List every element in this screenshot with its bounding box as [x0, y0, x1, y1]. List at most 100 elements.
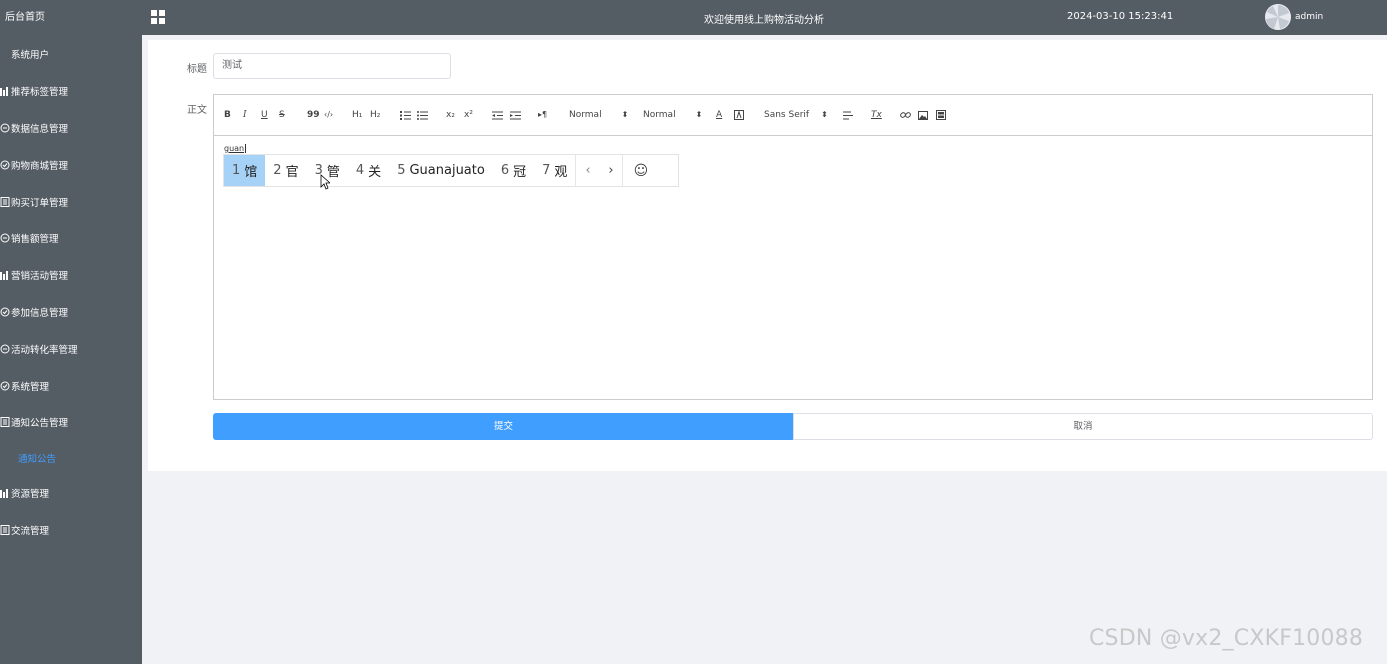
sidebar-item[interactable]: 推荐标签管理: [0, 73, 142, 110]
ime-candidate-number: 7: [542, 163, 551, 178]
subscript-button[interactable]: x₂: [446, 109, 455, 121]
select-arrows-icon: ⬍: [695, 110, 703, 119]
h2-button[interactable]: H₂: [370, 109, 380, 121]
link-icon[interactable]: [900, 109, 911, 121]
sidebar-home[interactable]: 后台首页: [0, 0, 142, 36]
sidebar-subitem-notice[interactable]: 通知公告: [0, 441, 142, 475]
header-select[interactable]: Normal ⬍: [643, 109, 702, 121]
italic-button[interactable]: I: [243, 109, 247, 121]
size-select-value: Normal: [569, 110, 602, 120]
ordered-list-icon[interactable]: [400, 109, 411, 121]
sidebar-item[interactable]: 购买订单管理: [0, 183, 142, 220]
document-icon: [0, 524, 10, 535]
ime-candidate[interactable]: 5 Guanajuato: [389, 155, 493, 186]
sidebar-item[interactable]: 活动转化率管理: [0, 330, 142, 367]
document-icon: [0, 196, 10, 207]
avatar[interactable]: [1265, 4, 1291, 30]
ime-next-button[interactable]: ›: [599, 163, 622, 178]
ime-candidate-number: 4: [355, 163, 365, 178]
underline-button[interactable]: U: [261, 109, 268, 121]
sidebar-item[interactable]: 数据信息管理: [0, 110, 142, 147]
sidebar-item-label: 资源管理: [11, 489, 50, 501]
body-label: 正文: [187, 105, 207, 116]
sidebar-item[interactable]: 营销活动管理: [0, 257, 142, 294]
image-icon[interactable]: [918, 109, 928, 121]
mouse-cursor-icon: [320, 174, 330, 190]
code-button[interactable]: ‹/›: [324, 109, 333, 121]
header-datetime: 2024-03-10 15:23:41: [1067, 11, 1174, 22]
bold-button[interactable]: B: [224, 109, 231, 121]
circle-minus-icon: [0, 123, 10, 133]
sidebar-item-label: 活动转化率管理: [11, 344, 78, 356]
title-input[interactable]: 测试: [213, 53, 451, 79]
sidebar-item[interactable]: 交流管理: [0, 512, 142, 549]
ime-candidate[interactable]: 4关: [348, 155, 389, 186]
sidebar-item[interactable]: 资源管理: [0, 475, 142, 512]
outdent-icon[interactable]: [492, 109, 503, 121]
ime-candidate-number: 2: [273, 163, 282, 178]
title-label: 标题: [187, 64, 207, 75]
ime-candidate[interactable]: 7观: [534, 155, 575, 186]
ime-candidate[interactable]: 1馆: [224, 155, 266, 186]
font-select-value: Sans Serif: [764, 110, 810, 120]
sidebar-item[interactable]: 通知公告管理: [0, 404, 142, 441]
sidebar: 后台首页 系统用户推荐标签管理数据信息管理 购物商城管理购买订单管理 销售额管理营销…: [0, 0, 142, 664]
bar-chart-icon: [0, 86, 10, 97]
strike-button[interactable]: S: [279, 109, 285, 121]
video-icon[interactable]: [936, 109, 946, 121]
bullet-list-icon[interactable]: [417, 109, 428, 121]
font-select[interactable]: Sans Serif ⬍: [764, 109, 828, 121]
superscript-button[interactable]: x²: [464, 109, 473, 121]
indent-icon[interactable]: [510, 109, 521, 121]
submit-button[interactable]: 提交: [213, 413, 794, 440]
header-username[interactable]: admin: [1295, 12, 1323, 22]
bar-chart-icon: [0, 270, 10, 281]
blockquote-button[interactable]: 99: [307, 109, 320, 121]
ime-candidate-text: Guanajuato: [409, 163, 485, 178]
sidebar-item[interactable]: 系统管理: [0, 367, 142, 404]
font-color-button[interactable]: A: [716, 109, 722, 121]
align-icon[interactable]: [843, 109, 853, 121]
sidebar-item-label: 购物商城管理: [11, 160, 69, 172]
ime-candidate-text: 冠: [513, 165, 527, 180]
text-direction-button[interactable]: ▸¶: [538, 109, 547, 121]
top-header: 欢迎使用线上购物活动分析 2024-03-10 15:23:41 admin: [142, 0, 1387, 35]
h1-button[interactable]: H₁: [352, 109, 362, 121]
sidebar-item[interactable]: 购物商城管理: [0, 146, 142, 183]
avatar-icon: [1265, 4, 1291, 30]
clear-format-button[interactable]: Tx: [871, 109, 882, 121]
ime-candidate[interactable]: 2官: [265, 155, 306, 186]
header-select-value: Normal: [643, 110, 676, 120]
sidebar-item-label: 交流管理: [11, 525, 50, 537]
ime-candidate-number: 5: [397, 163, 406, 178]
check-circle-icon: [0, 307, 10, 317]
ime-candidate-number: 6: [500, 163, 510, 178]
check-circle-icon: [0, 160, 10, 170]
size-select[interactable]: Normal ⬍: [569, 109, 628, 121]
sidebar-item[interactable]: 销售额管理: [0, 220, 142, 257]
ime-prev-button[interactable]: ‹: [576, 163, 599, 178]
editor-content[interactable]: guan: [224, 144, 247, 153]
ime-candidate-text: 官: [285, 165, 299, 180]
sidebar-item[interactable]: 系统用户: [0, 36, 142, 73]
rich-text-editor[interactable]: B I U S 99 ‹/› H₁ H₂ x₂ x² ▸¶ Normal ⬍ N…: [213, 94, 1373, 400]
watermark: CSDN @vx2_CXKF10088: [1089, 626, 1364, 651]
grid-menu-icon[interactable]: [151, 10, 165, 24]
emoji-icon[interactable]: ☺: [622, 155, 658, 186]
sidebar-item-label: 数据信息管理: [11, 123, 69, 135]
sidebar-item-label: 参加信息管理: [11, 307, 69, 319]
sidebar-item-label: 系统用户: [11, 50, 50, 62]
text-caret: [245, 144, 247, 153]
sidebar-item[interactable]: 参加信息管理: [0, 294, 142, 331]
editor-toolbar: B I U S 99 ‹/› H₁ H₂ x₂ x² ▸¶ Normal ⬍ N…: [214, 95, 1372, 136]
ime-candidate-text: 馆: [244, 165, 258, 180]
ime-candidate-popup: 1 馆 2 官 3 管 4 关 5 Guanajuato 6 冠 7 观 ‹ › ☺: [223, 154, 679, 187]
bar-chart-icon: [0, 488, 10, 499]
sidebar-item-label: 系统管理: [11, 381, 50, 393]
background-color-icon[interactable]: [734, 109, 744, 121]
cancel-button[interactable]: 取消: [793, 413, 1373, 440]
ime-candidate-number: 1: [232, 163, 241, 178]
ime-candidate-text: 关: [368, 165, 382, 180]
sidebar-item-label: 营销活动管理: [11, 271, 69, 283]
ime-candidate[interactable]: 6冠: [493, 155, 534, 186]
